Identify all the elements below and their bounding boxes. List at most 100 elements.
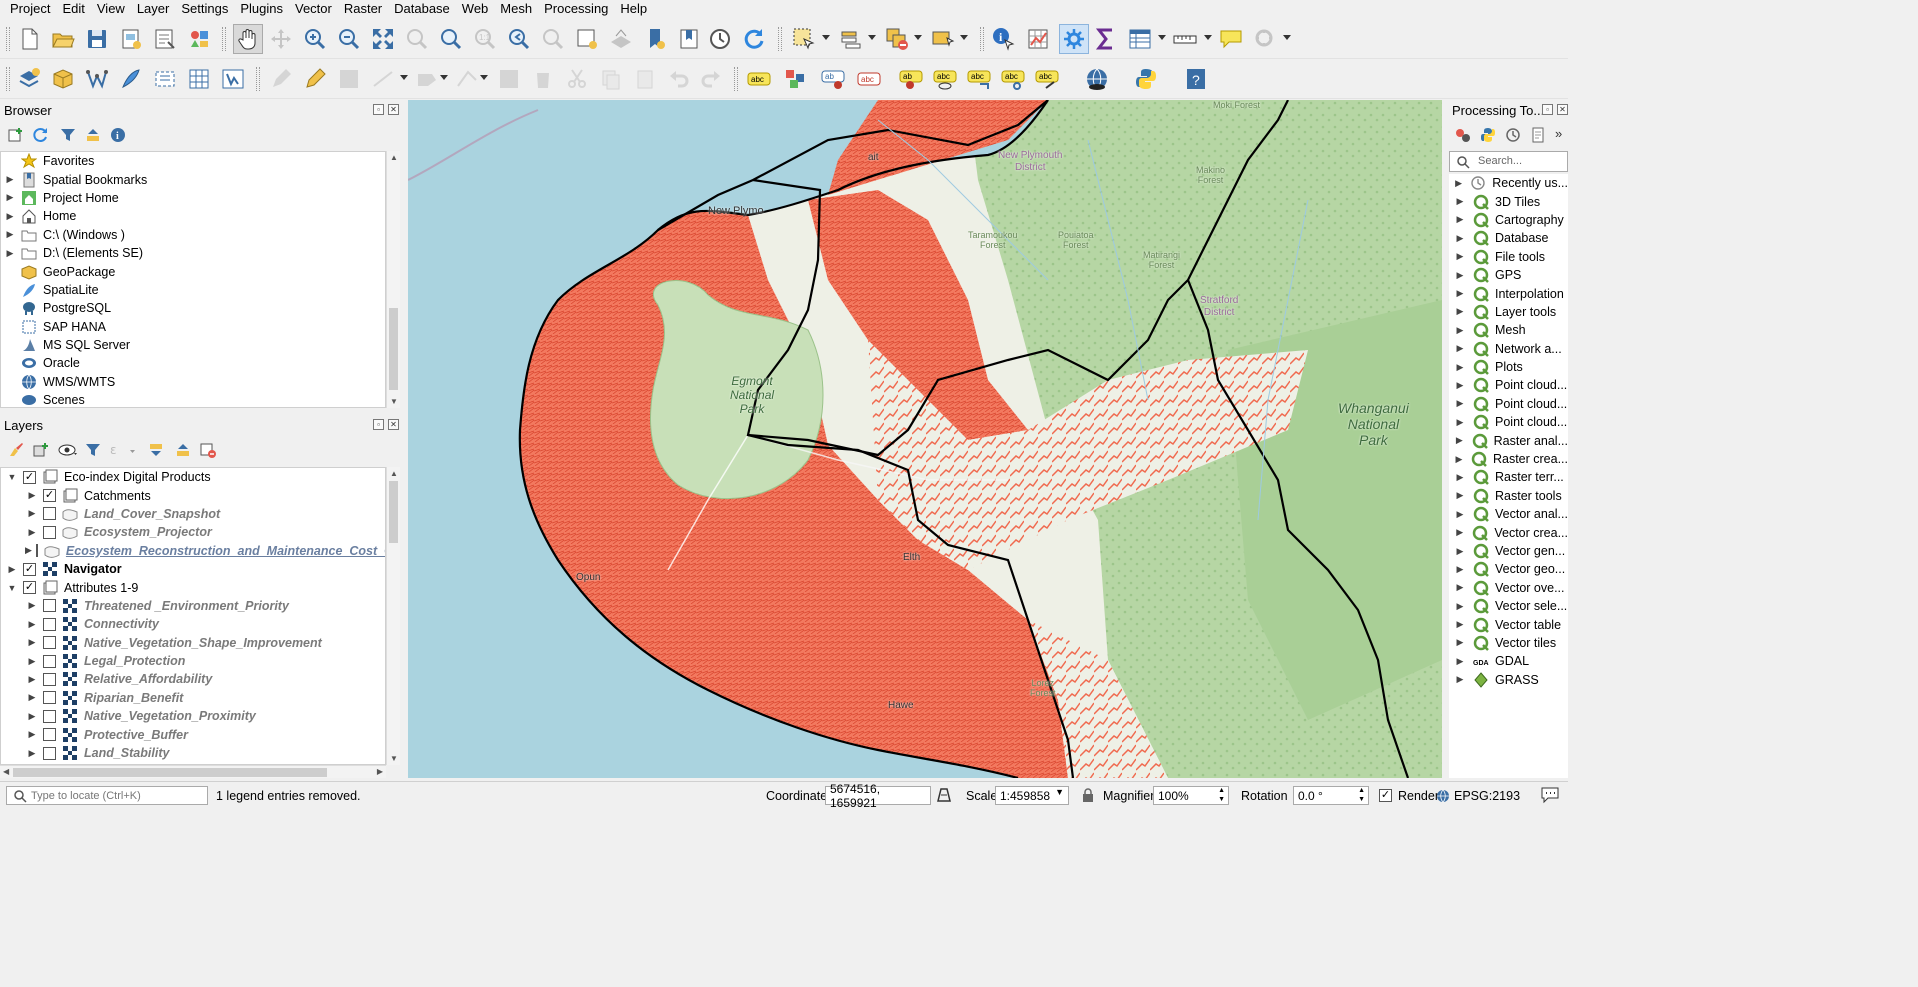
processing-group[interactable]: ▶ GRASS [1449, 671, 1568, 689]
processing-group[interactable]: ▶ Vector geo... [1449, 560, 1568, 578]
toggle-editing-icon[interactable] [302, 66, 328, 92]
browser-scrollbar[interactable]: ▲ ▼ [386, 151, 400, 408]
expand-arrow-icon[interactable]: ▶ [1453, 544, 1467, 558]
manage-visibility-icon[interactable] [58, 442, 78, 458]
new-spatialite-icon[interactable] [118, 66, 144, 92]
select-features-icon[interactable] [791, 26, 817, 52]
expand-arrow-icon[interactable]: ▶ [1453, 378, 1467, 392]
digitize-line-icon[interactable] [370, 66, 396, 92]
processing-results-icon[interactable] [1530, 127, 1546, 143]
expand-arrow-icon[interactable]: ▶ [1453, 618, 1467, 632]
new-project-icon[interactable] [16, 26, 42, 52]
rotation-spinbox[interactable]: 0.0 ° ▲ ▼ [1293, 786, 1369, 805]
label-properties-icon[interactable]: abc [1034, 66, 1060, 92]
layer-visibility-checkbox[interactable] [43, 709, 56, 723]
layer-item[interactable]: ▶ Protective_Buffer [1, 725, 385, 743]
layer-visibility-checkbox[interactable]: ✓ [23, 562, 36, 576]
processing-group[interactable]: ▶ Vector sele... [1449, 597, 1568, 615]
expand-arrow-icon[interactable]: ▶ [1453, 507, 1467, 521]
menu-mesh[interactable]: Mesh [494, 0, 538, 18]
show-hide-labels-icon[interactable]: abc [856, 66, 882, 92]
redo-icon[interactable] [698, 66, 724, 92]
layers-scrollbar-thumb[interactable] [389, 481, 398, 543]
layer-visibility-checkbox[interactable] [43, 636, 56, 650]
scale-combo[interactable]: 1:459858 ▼ [995, 786, 1069, 805]
expand-arrow-icon[interactable]: ▶ [1453, 397, 1467, 411]
expand-arrow-icon[interactable]: ▶ [25, 507, 39, 521]
expand-arrow-icon[interactable]: ▶ [3, 191, 17, 205]
deselect-dropdown-icon[interactable] [914, 35, 921, 42]
show-bookmarks-icon[interactable] [676, 26, 702, 52]
temporal-controller-icon[interactable] [707, 26, 733, 52]
expand-arrow-icon[interactable]: ▶ [25, 617, 39, 631]
diagram-tool-icon[interactable] [782, 66, 808, 92]
menu-database[interactable]: Database [388, 0, 456, 18]
measure-dropdown-icon[interactable] [1204, 35, 1211, 42]
processing-group[interactable]: ▶ Cartography [1449, 211, 1568, 229]
move-label-icon[interactable]: ab [898, 66, 924, 92]
layer-item[interactable]: ▶ Native_Vegetation_Proximity [1, 707, 385, 725]
expand-arrow-icon[interactable]: ▶ [3, 228, 17, 242]
pin-labels-icon[interactable]: ab [820, 66, 846, 92]
expand-arrow-icon[interactable]: ▶ [25, 636, 39, 650]
layer-visibility-checkbox[interactable] [35, 544, 38, 558]
browser-scrollbar-thumb[interactable] [389, 308, 398, 390]
edit-pencil-disabled-icon[interactable] [268, 66, 294, 92]
expand-arrow-icon[interactable]: ▶ [1453, 195, 1467, 209]
expand-arrow-icon[interactable]: ▶ [25, 746, 39, 760]
processing-group[interactable]: ▶ Raster crea... [1449, 450, 1568, 468]
expand-arrow-icon[interactable]: ▶ [1453, 176, 1464, 190]
browser-item[interactable]: ▶ C:\ (Windows ) [1, 226, 385, 244]
layer-visibility-checkbox[interactable]: ✓ [43, 489, 56, 503]
layer-visibility-checkbox[interactable]: ✓ [23, 470, 36, 484]
processing-group[interactable]: ▶ GPS [1449, 266, 1568, 284]
expand-all-icon[interactable] [148, 442, 164, 458]
cut-features-icon[interactable] [564, 66, 590, 92]
layer-item[interactable]: ▶ Land_Cover_Snapshot [1, 505, 385, 523]
map-tips-icon[interactable] [1218, 26, 1244, 52]
expand-arrow-icon[interactable]: ▶ [1453, 654, 1467, 668]
identify-icon[interactable]: i [991, 26, 1017, 52]
expand-arrow-icon[interactable]: ▶ [1453, 415, 1467, 429]
new-temporary-layer-icon[interactable] [220, 66, 246, 92]
expand-arrow-icon[interactable]: ▶ [1453, 526, 1466, 540]
expand-arrow-icon[interactable]: ▶ [1453, 213, 1467, 227]
processing-group[interactable]: ▶ Vector tiles [1449, 634, 1568, 652]
processing-group[interactable]: ▶ Vector gen... [1449, 542, 1568, 560]
layer-visibility-checkbox[interactable] [43, 728, 56, 742]
layers-float-button[interactable]: ▫ [373, 419, 384, 430]
menu-plugins[interactable]: Plugins [234, 0, 289, 18]
layer-item[interactable]: ▶ Native_Vegetation_Shape_Improvement [1, 634, 385, 652]
select-dropdown-icon[interactable] [822, 35, 829, 42]
expand-arrow-icon[interactable]: ▶ [25, 691, 39, 705]
copy-features-icon[interactable] [598, 66, 624, 92]
browser-item[interactable]: SAP HANA [1, 318, 385, 336]
expand-arrow-icon[interactable]: ▶ [1453, 360, 1467, 374]
expand-arrow-icon[interactable]: ▶ [1453, 434, 1466, 448]
magnifier-spinbox[interactable]: 100% ▲ ▼ [1153, 786, 1229, 805]
layer-item[interactable]: ▼ ✓ Eco-index Digital Products [1, 468, 385, 486]
undo-icon[interactable] [666, 66, 692, 92]
select-location-dropdown-icon[interactable] [960, 35, 967, 42]
new-3d-map-icon[interactable] [608, 26, 634, 52]
style-layer-icon[interactable] [8, 442, 24, 458]
expand-arrow-icon[interactable]: ▶ [25, 599, 39, 613]
expand-arrow-icon[interactable]: ▶ [3, 173, 17, 187]
delete-selected-icon[interactable] [530, 66, 556, 92]
coordinate-toggle-icon[interactable] [935, 786, 953, 804]
toolbar-grip[interactable] [778, 27, 782, 51]
layer-visibility-checkbox[interactable]: ✓ [23, 581, 36, 595]
expand-arrow-icon[interactable]: ▶ [1453, 268, 1467, 282]
browser-item[interactable]: MS SQL Server [1, 336, 385, 354]
new-bookmark-icon[interactable] [642, 26, 668, 52]
new-geopackage-icon[interactable] [50, 66, 76, 92]
show-map-tips-icon[interactable] [1252, 26, 1278, 52]
layer-visibility-checkbox[interactable] [43, 525, 56, 539]
refresh-icon[interactable] [741, 26, 767, 52]
expand-arrow-icon[interactable]: ▶ [25, 654, 39, 668]
expand-arrow-icon[interactable]: ▶ [5, 562, 19, 576]
zoom-full-icon[interactable] [370, 26, 396, 52]
render-checkbox[interactable]: ✓ [1379, 789, 1392, 802]
processing-group[interactable]: ▶ 3D Tiles [1449, 192, 1568, 210]
paste-features-icon[interactable] [632, 66, 658, 92]
